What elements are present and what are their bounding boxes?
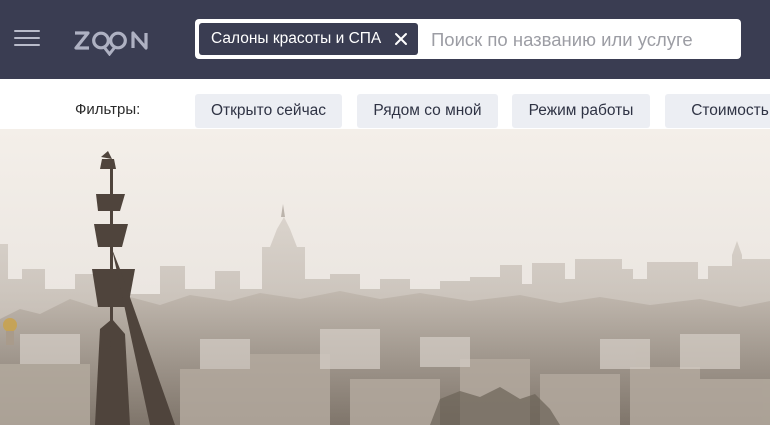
menu-icon[interactable] [14,28,42,50]
category-chip-label: Салоны красоты и СПА [211,30,382,47]
close-icon[interactable] [394,32,408,46]
zoon-logo[interactable] [73,26,155,57]
page: Салоны красоты и СПА Фильтры: Открыто се… [0,0,770,425]
hero-city-panorama [0,129,770,425]
filter-working-hours-button[interactable]: Режим работы [512,94,650,128]
filter-nearby-button[interactable]: Рядом со мной [357,94,498,128]
filter-open-now-button[interactable]: Открыто сейчас [195,94,342,128]
search-input[interactable] [429,19,733,61]
category-chip[interactable]: Салоны красоты и СПА [199,23,418,55]
search-bar: Салоны красоты и СПА [195,19,741,61]
filter-price-button[interactable]: Стоимость [665,94,770,128]
top-header: Салоны красоты и СПА [0,0,770,79]
filters-label: Фильтры: [75,101,141,118]
